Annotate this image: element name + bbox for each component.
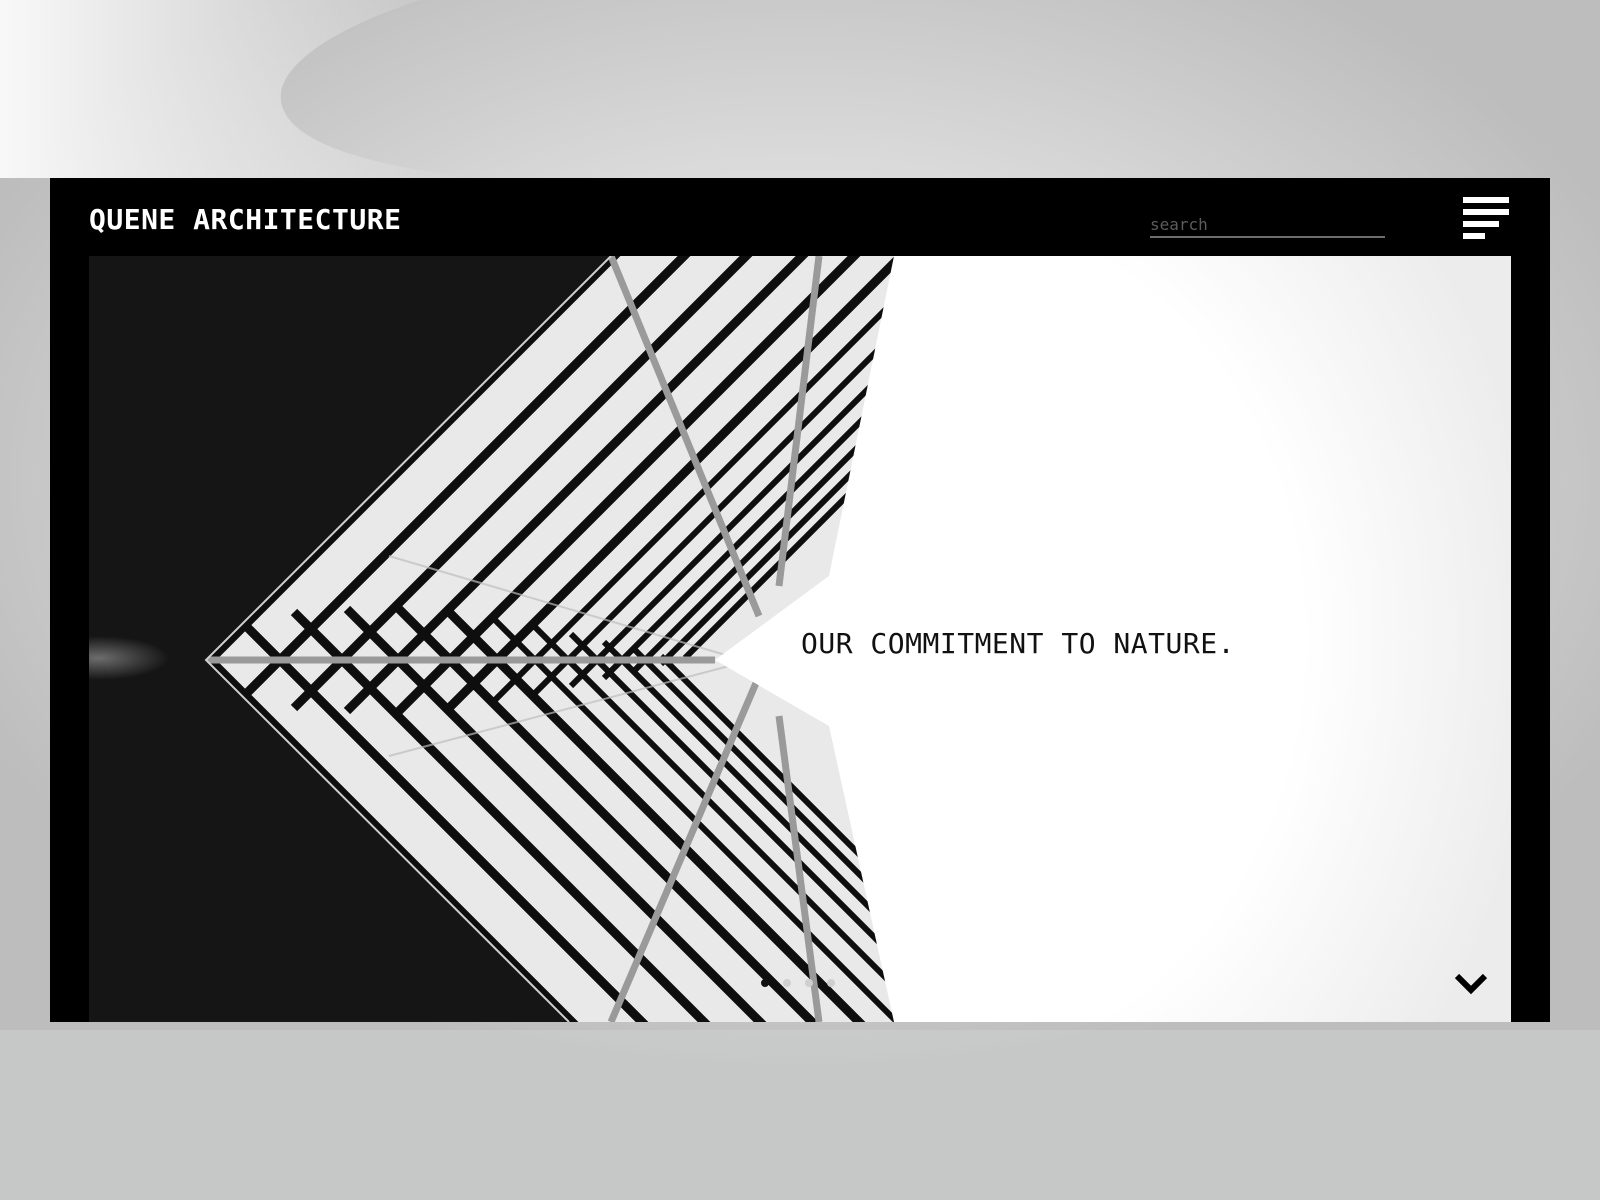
building-facade-photo xyxy=(89,256,894,1022)
hero-section: OUR COMMITMENT TO NATURE. xyxy=(89,256,1511,1022)
search-field xyxy=(1150,206,1385,238)
menu-bar xyxy=(1463,221,1499,227)
menu-bar xyxy=(1463,233,1485,239)
slide-dot-3[interactable] xyxy=(805,979,813,987)
menu-bar xyxy=(1463,197,1509,203)
slide-indicator xyxy=(761,979,835,987)
search-input[interactable] xyxy=(1150,206,1385,238)
website-frame: QUENE ARCHITECTURE search OUR COMMITMENT… xyxy=(50,178,1550,1022)
hamburger-menu-icon[interactable] xyxy=(1463,197,1511,239)
menu-bar xyxy=(1463,209,1509,215)
slide-dot-1[interactable] xyxy=(761,979,769,987)
chevron-down-icon[interactable] xyxy=(1453,970,1489,998)
hero-heading: OUR COMMITMENT TO NATURE. xyxy=(801,627,1235,660)
site-title[interactable]: QUENE ARCHITECTURE xyxy=(89,200,401,240)
slide-dot-4[interactable] xyxy=(827,979,835,987)
slide-dot-2[interactable] xyxy=(783,979,791,987)
